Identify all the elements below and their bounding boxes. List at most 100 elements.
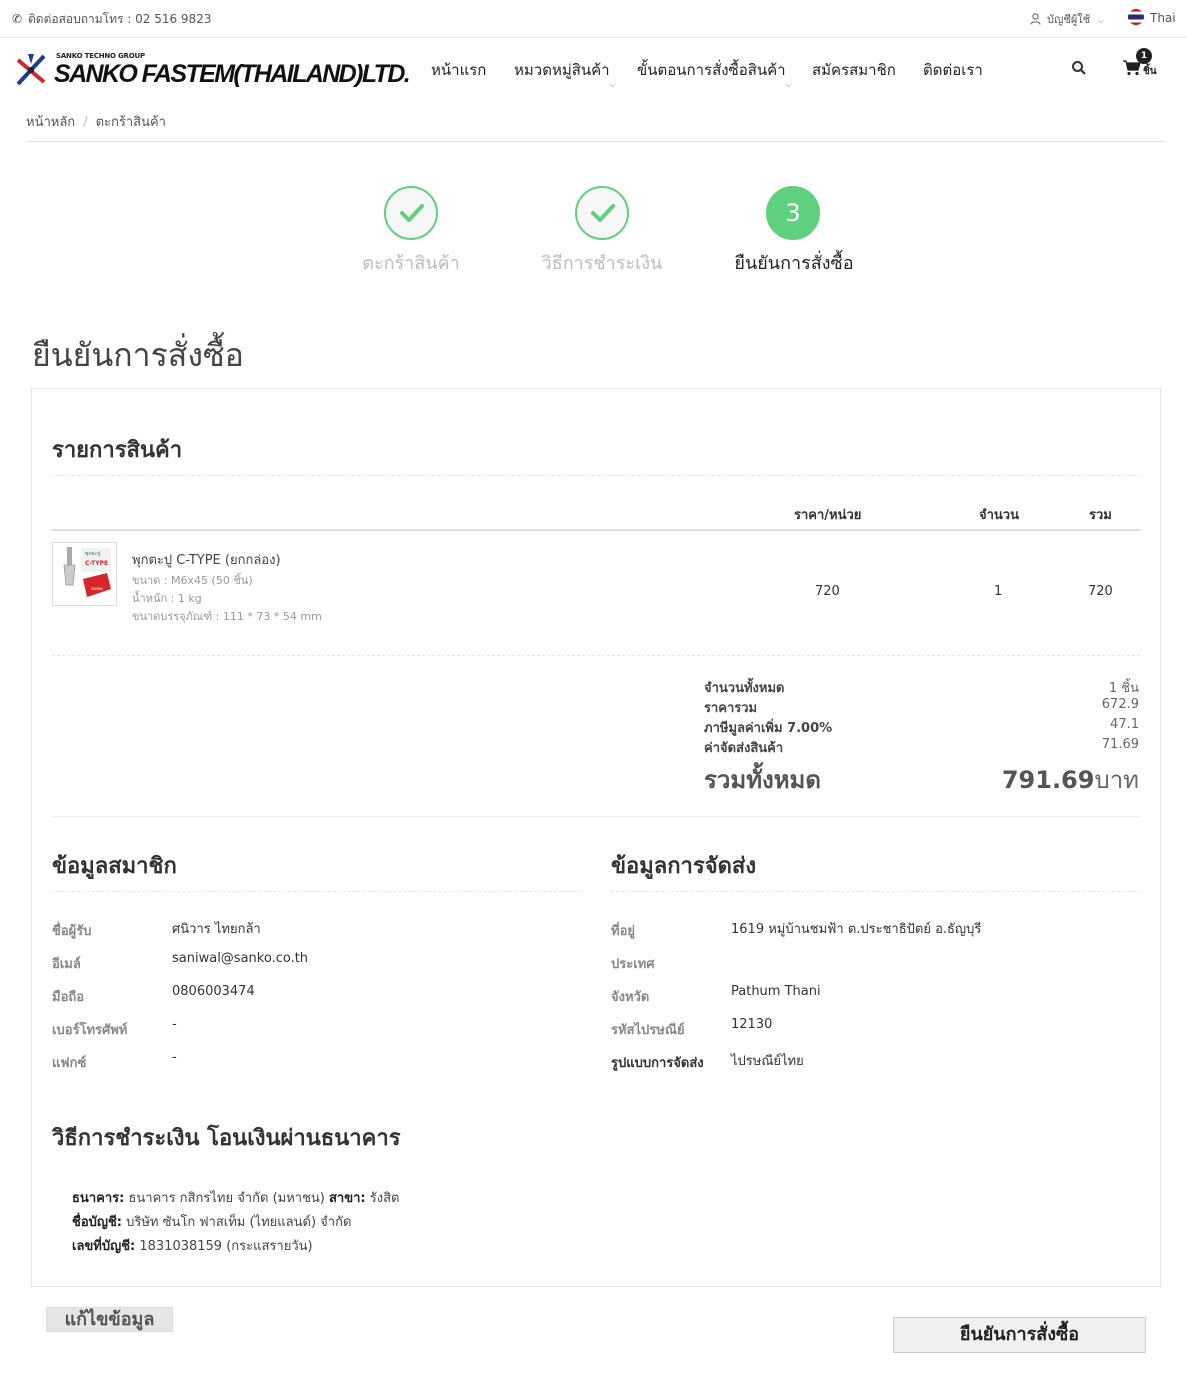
shipping-value-province: Pathum Thani	[731, 984, 821, 999]
member-label-name: ชื่อผู้รับ	[52, 924, 92, 939]
divider	[611, 891, 1140, 892]
check-icon	[591, 204, 615, 222]
account-name-label: ชื่อบัญชี:	[72, 1215, 122, 1230]
account-menu[interactable]: บัญชีผู้ใช้ ⌵	[1030, 10, 1104, 28]
summary-value-subtotal: 672.9	[1101, 697, 1139, 712]
edit-info-button[interactable]: แก้ไขข้อมูล	[46, 1307, 173, 1332]
currency-label: บาท	[1094, 766, 1139, 794]
summary-value-qty: 1 ชิ้น	[1108, 681, 1139, 696]
summary-value-shipping: 71.69	[1101, 737, 1139, 752]
member-info-title: ข้อมูลสมาชิก	[52, 854, 177, 879]
shipping-label-postcode: รหัสไปรษณีย์	[611, 1023, 685, 1038]
search-icon[interactable]	[1071, 60, 1087, 76]
step-payment-circle	[575, 186, 629, 240]
summary-label-subtotal: ราคารวม	[704, 701, 758, 716]
member-value-fax: -	[172, 1050, 177, 1065]
account-number-value: 1831038159 (กระแสรายวัน)	[139, 1239, 313, 1254]
member-label-mobile: มือถือ	[52, 990, 85, 1005]
product-line-total: 720	[1088, 584, 1113, 599]
shipping-info-title: ข้อมูลการจัดส่ง	[611, 854, 757, 879]
summary-label-vat: ภาษีมูลค่าเพิ่ม 7.00%	[704, 721, 833, 736]
breadcrumb-cart[interactable]: ตะกร้าสินค้า	[96, 115, 166, 130]
order-items-title: รายการสินค้า	[52, 438, 183, 463]
cart-button[interactable]: 1 ชิ้น	[1123, 48, 1163, 82]
shipping-label-country: ประเทศ	[611, 957, 655, 972]
divider	[52, 655, 1140, 656]
divider	[52, 816, 1140, 817]
grand-total-value: 791.69	[1001, 766, 1095, 794]
summary-label-shipping: ค่าจัดส่งสินค้า	[704, 741, 784, 756]
step-confirm-circle: 3	[766, 186, 820, 240]
col-header-total: รวม	[1089, 508, 1112, 523]
payment-method-title: วิธีการชำระเงิน โอนเงินผ่านธนาคาร	[52, 1126, 401, 1151]
product-weight: น้ำหนัก : 1 kg	[132, 592, 202, 605]
branch-value: รังสิต	[369, 1191, 400, 1206]
product-package-size: ขนาดบรรจุภัณฑ์ : 111 * 73 * 54 mm	[132, 610, 322, 623]
step-cart-label: ตะกร้าสินค้า	[362, 253, 460, 274]
nav-register[interactable]: สมัครสมาชิก	[812, 58, 896, 82]
col-header-price: ราคา/หน่วย	[794, 508, 862, 523]
divider	[52, 891, 582, 892]
nav-home[interactable]: หน้าแรก	[431, 58, 486, 82]
table-header-line	[52, 529, 1140, 531]
member-value-mobile: 0806003474	[172, 984, 255, 999]
grand-total: 791.69บาท	[1002, 760, 1139, 799]
member-value-phone: -	[172, 1017, 177, 1032]
page-title: ยืนยันการสั่งซื้อ	[32, 336, 244, 374]
nav-order-steps[interactable]: ขั้นตอนการสั่งซื้อสินค้า	[637, 58, 786, 82]
logo-group-text: SANKO TECHNO GROUP	[56, 52, 145, 60]
step-cart-circle	[384, 186, 438, 240]
member-label-fax: แฟกซ์	[52, 1056, 87, 1071]
phone-icon: ✆	[12, 12, 23, 26]
contact-phone: ✆ ติดต่อสอบถามโทร : 02 516 9823	[12, 10, 211, 29]
account-name-line: ชื่อบัญชี: บริษัท ซันโก ฟาสเท็ม (ไทยแลนด…	[72, 1211, 351, 1232]
top-bar: ✆ ติดต่อสอบถามโทร : 02 516 9823 บัญชีผู้ใ…	[0, 0, 1187, 38]
shipping-value-address: 1619 หมู่บ้านชมฟ้า ต.ประชาธิปัตย์ อ.ธัญบ…	[731, 922, 982, 937]
svg-text:พุกตะปู: พุกตะปู	[85, 551, 100, 557]
branch-label: สาขา:	[329, 1191, 366, 1206]
svg-text:sanko: sanko	[91, 586, 103, 591]
summary-label-qty: จำนวนทั้งหมด	[704, 681, 785, 696]
shipping-label-address: ที่อยู่	[611, 924, 635, 939]
user-icon	[1030, 13, 1041, 25]
member-label-email: อีเมล์	[52, 957, 81, 972]
chevron-down-icon: ⌵	[609, 80, 616, 90]
cart-unit: ชิ้น	[1143, 66, 1157, 77]
logo-name-text: SANKO FASTEM(THAILAND)LTD.	[54, 60, 411, 88]
site-logo[interactable]: SANKO TECHNO GROUP SANKO FASTEM(THAILAND…	[14, 48, 411, 92]
product-size: ขนาด : M6x45 (50 ชิ้น)	[132, 574, 253, 587]
logo-mark-icon	[16, 54, 46, 86]
step-payment-label: วิธีการชำระเงิน	[541, 253, 663, 274]
product-unit-price: 720	[815, 584, 840, 599]
main-header: SANKO TECHNO GROUP SANKO FASTEM(THAILAND…	[0, 38, 1187, 102]
grand-total-label: รวมทั้งหมด	[704, 766, 821, 794]
divider	[52, 475, 1140, 476]
product-thumbnail[interactable]: พุกตะปู C-TYPE sanko	[52, 542, 117, 606]
thai-flag-icon	[1128, 9, 1144, 25]
contact-text: ติดต่อสอบถามโทร : 02 516 9823	[28, 12, 212, 26]
check-icon	[400, 204, 424, 222]
product-quantity: 1	[994, 584, 1003, 599]
nav-categories[interactable]: หมวดหมู่สินค้า	[514, 58, 610, 82]
member-value-name: ศนิวาร ไทยกล้า	[172, 922, 261, 937]
bank-value: ธนาคาร กสิกรไทย จำกัด (มหาชน)	[128, 1191, 325, 1206]
product-name[interactable]: พุกตะปู C-TYPE (ยกกล่อง)	[132, 549, 281, 570]
confirm-order-button[interactable]: ยืนยันการสั่งซื้อ	[893, 1317, 1146, 1353]
breadcrumb-home[interactable]: หน้าหลัก	[26, 115, 75, 130]
divider	[26, 141, 1166, 142]
account-label: บัญชีผู้ใช้	[1047, 13, 1091, 26]
account-number-label: เลขที่บัญชี:	[72, 1239, 136, 1254]
bank-line: ธนาคาร: ธนาคาร กสิกรไทย จำกัด (มหาชน) สา…	[72, 1187, 399, 1208]
breadcrumb: หน้าหลัก / ตะกร้าสินค้า	[26, 111, 166, 132]
product-image-icon: พุกตะปู C-TYPE sanko	[53, 543, 116, 605]
step-confirm-label: ยืนยันการสั่งซื้อ	[734, 253, 854, 274]
shipping-label-province: จังหวัด	[611, 990, 650, 1005]
shipping-value-method: ไปรษณีย์ไทย	[731, 1054, 804, 1069]
member-label-phone: เบอร์โทรศัพท์	[52, 1023, 128, 1038]
language-label: Thai	[1150, 11, 1176, 25]
account-name-value: บริษัท ซันโก ฟาสเท็ม (ไทยแลนด์) จำกัด	[126, 1215, 352, 1230]
language-selector[interactable]: Thai	[1128, 9, 1176, 25]
cart-count-badge: 1	[1136, 48, 1152, 64]
nav-contact[interactable]: ติดต่อเรา	[923, 58, 983, 82]
shipping-label-method: รูปแบบการจัดส่ง	[611, 1056, 704, 1071]
